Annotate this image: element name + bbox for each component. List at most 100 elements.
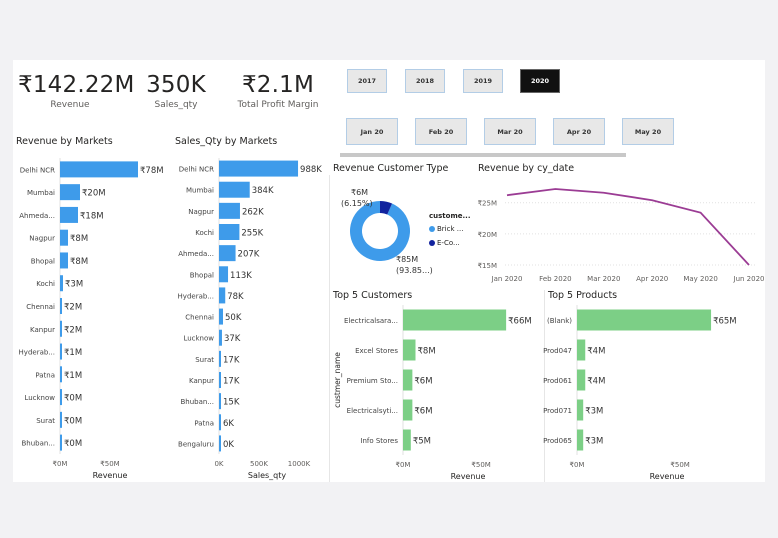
month-slicer-apr[interactable]: Apr 20	[553, 118, 605, 145]
chart-title-top-5-customers: Top 5 Customers	[333, 290, 413, 301]
divider-mid	[544, 290, 545, 482]
category-label: Electricalsyti...	[347, 407, 398, 415]
legend-dot-icon	[429, 240, 435, 246]
bar	[219, 224, 240, 240]
revenue-by-markets-chart[interactable]: Delhi NCR ₹78M Mumbai ₹20M Ahmeda... ₹18M Nagp…	[13, 158, 173, 484]
sales-qty-by-markets-chart[interactable]: Delhi NCR 988K Mumbai 384K Nagpur 262K Kochi 25…	[174, 158, 329, 484]
kpi-profit-value: ₹2.1M	[241, 72, 315, 98]
bar	[219, 372, 221, 388]
bar	[219, 350, 221, 367]
kpi-revenue: ₹142.22M Revenue	[18, 72, 135, 110]
tick-label: 1000K	[288, 460, 311, 468]
data-label: ₹3M	[585, 437, 603, 447]
bar	[60, 411, 62, 428]
month-slicer-scrollbar[interactable]	[340, 153, 626, 157]
category-label: Lucknow	[183, 335, 214, 343]
year-slicer-2019[interactable]: 2019	[463, 69, 503, 93]
bar	[60, 206, 78, 223]
data-label: (6.15%)	[341, 199, 373, 208]
bar	[60, 275, 63, 292]
kpi-sales-qty: 350K Sales_qty	[136, 72, 216, 110]
bar	[219, 287, 226, 304]
legend-label: E-Co...	[437, 239, 460, 247]
year-slicer-2018[interactable]: 2018	[405, 69, 445, 93]
data-label: ₹3M	[65, 280, 83, 290]
month-slicer-may[interactable]: May 20	[622, 118, 674, 145]
bar	[219, 202, 240, 219]
category-label: Mumbai	[186, 187, 214, 195]
data-label: ₹8M	[70, 257, 88, 267]
category-label: Premium Sto...	[347, 377, 398, 385]
tick-label: 0K	[214, 460, 223, 468]
data-label: 37K	[224, 334, 241, 344]
chart-title-sales-qty-by-markets: Sales_Qty by Markets	[175, 136, 278, 147]
category-label: Bhopal	[190, 271, 214, 279]
year-slicer-2020[interactable]: 2020	[520, 69, 560, 93]
tick-label: May 2020	[683, 275, 718, 283]
data-label: ₹1M	[64, 371, 82, 381]
category-label: Ahmeda...	[19, 212, 55, 220]
bar	[60, 434, 62, 451]
category-label: Patna	[194, 419, 214, 427]
data-label: ₹85M	[396, 255, 418, 264]
chart-title-revenue-customer-type: Revenue Customer Type	[333, 163, 449, 174]
bar	[577, 369, 586, 391]
category-label: Chennai	[185, 314, 214, 322]
category-label: Patna	[35, 371, 55, 379]
category-label: Prod071	[543, 407, 572, 415]
donut-legend-item-ecom[interactable]: E-Co...	[429, 239, 460, 247]
data-label: 15K	[223, 398, 240, 408]
top-5-products-chart[interactable]: (Blank) ₹65M Prod047 ₹4M Prod061 ₹4M Prod071 ₹3…	[543, 305, 761, 485]
legend-dot-icon	[429, 226, 435, 232]
tick-label: Jun 2020	[733, 275, 765, 283]
chart-title-revenue-by-markets: Revenue by Markets	[16, 136, 113, 147]
data-label: 17K	[223, 377, 240, 387]
category-label: Lucknow	[24, 394, 55, 402]
category-label: Prod047	[543, 347, 572, 355]
year-slicer-2017[interactable]: 2017	[347, 69, 387, 93]
tick-label: ₹0M	[396, 461, 411, 469]
category-label: Bhuban...	[180, 398, 214, 406]
data-label: 113K	[230, 271, 252, 281]
category-label: Prod061	[543, 377, 572, 385]
category-label: Info Stores	[360, 437, 398, 445]
category-label: Surat	[195, 356, 214, 364]
donut-legend-title: custome...	[429, 212, 471, 220]
kpi-sales-qty-label: Sales_qty	[154, 100, 198, 110]
month-slicer-feb[interactable]: Feb 20	[415, 118, 467, 145]
donut-legend-item-brick[interactable]: Brick ...	[429, 225, 463, 233]
bar	[219, 160, 299, 177]
revenue-customer-type-chart[interactable]: ₹6M (6.15%) ₹85M (93.85...)	[333, 178, 433, 278]
data-label: ₹2M	[64, 325, 82, 335]
data-label: ₹4M	[587, 377, 605, 387]
kpi-revenue-value: ₹142.22M	[18, 72, 135, 98]
month-slicer-jan[interactable]: Jan 20	[346, 118, 398, 145]
category-label: Kochi	[195, 229, 214, 237]
data-label: ₹66M	[508, 317, 532, 327]
category-label: Bhopal	[31, 257, 55, 265]
category-label: Delhi NCR	[20, 166, 55, 174]
month-slicer-mar[interactable]: Mar 20	[484, 118, 536, 145]
revenue-by-cy-date-chart[interactable]: ₹25M ₹20M ₹15M Jan 2020 Feb 2020 Mar 2020 Apr …	[476, 178, 766, 286]
category-label: Nagpur	[188, 208, 214, 216]
axis-title: Revenue	[451, 472, 486, 481]
data-label: ₹6M	[351, 188, 368, 197]
category-label: Kochi	[36, 280, 55, 288]
axis-title: Sales_qty	[248, 471, 287, 480]
tick-label: ₹50M	[100, 460, 119, 468]
bar	[577, 339, 586, 361]
kpi-revenue-label: Revenue	[50, 100, 90, 110]
category-label: Nagpur	[29, 235, 55, 243]
tick-label: Mar 2020	[587, 275, 620, 283]
bar	[403, 429, 411, 451]
bar	[60, 389, 62, 406]
category-label: Excel Stores	[355, 347, 398, 355]
bar	[577, 399, 584, 421]
data-label: ₹5M	[413, 437, 431, 447]
category-label: Surat	[36, 417, 55, 425]
top-5-customers-chart[interactable]: Electricalsara... ₹66M Excel Stores ₹8M Prem…	[331, 305, 541, 485]
series-line	[506, 188, 750, 266]
kpi-sales-qty-value: 350K	[146, 72, 206, 98]
axis-title: Revenue	[650, 472, 685, 481]
axis-title: custmer_name	[333, 352, 342, 408]
